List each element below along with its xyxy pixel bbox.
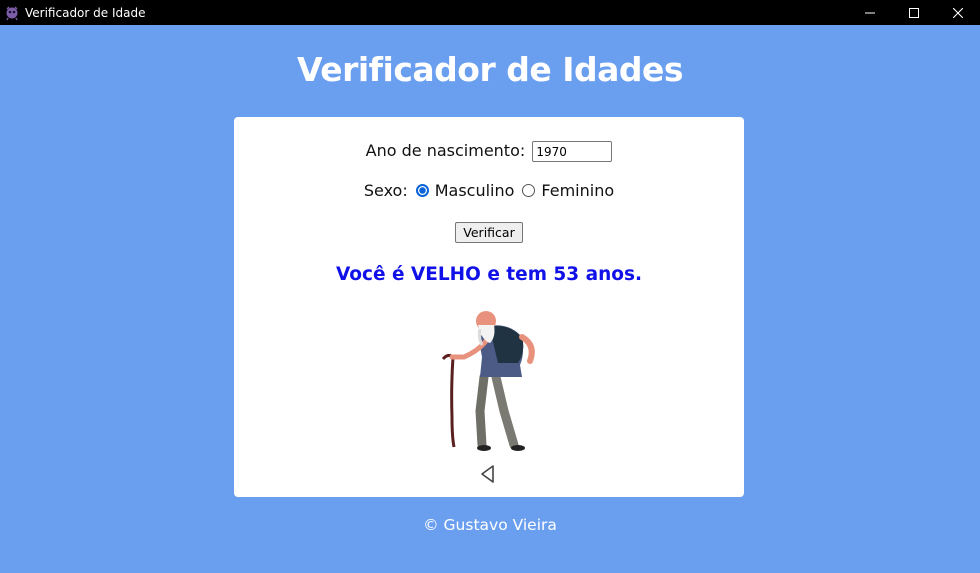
birth-year-label: Ano de nascimento: xyxy=(365,141,526,160)
form-card: Ano de nascimento: Sexo: Masculino Femin… xyxy=(234,117,744,497)
app-icon xyxy=(4,5,20,21)
verify-button-wrap: Verificar xyxy=(234,222,744,243)
sex-row: Sexo: Masculino Feminino xyxy=(234,181,744,200)
window-controls xyxy=(848,0,980,25)
minimize-icon[interactable] xyxy=(848,0,892,25)
window-titlebar: Verificador de Idade xyxy=(0,0,980,25)
footer-credit: © Gustavo Vieira xyxy=(423,516,557,534)
radio-feminino-label[interactable]: Feminino xyxy=(541,181,614,200)
verify-button[interactable]: Verificar xyxy=(455,222,523,243)
close-icon[interactable] xyxy=(936,0,980,25)
sex-label: Sexo: xyxy=(363,181,408,200)
maximize-icon[interactable] xyxy=(892,0,936,25)
radio-feminino[interactable] xyxy=(522,184,536,197)
radio-masculino[interactable] xyxy=(415,184,429,197)
birth-year-row: Ano de nascimento: xyxy=(234,141,744,162)
old-man-illustration xyxy=(441,311,535,451)
radio-masculino-label[interactable]: Masculino xyxy=(435,181,515,200)
result-text: Você é VELHO e tem 53 anos. xyxy=(335,264,643,285)
page-title: Verificador de Idades xyxy=(296,50,684,89)
back-triangle-icon[interactable] xyxy=(478,463,498,485)
window-title: Verificador de Idade xyxy=(25,5,146,20)
birth-year-input[interactable] xyxy=(532,141,613,162)
